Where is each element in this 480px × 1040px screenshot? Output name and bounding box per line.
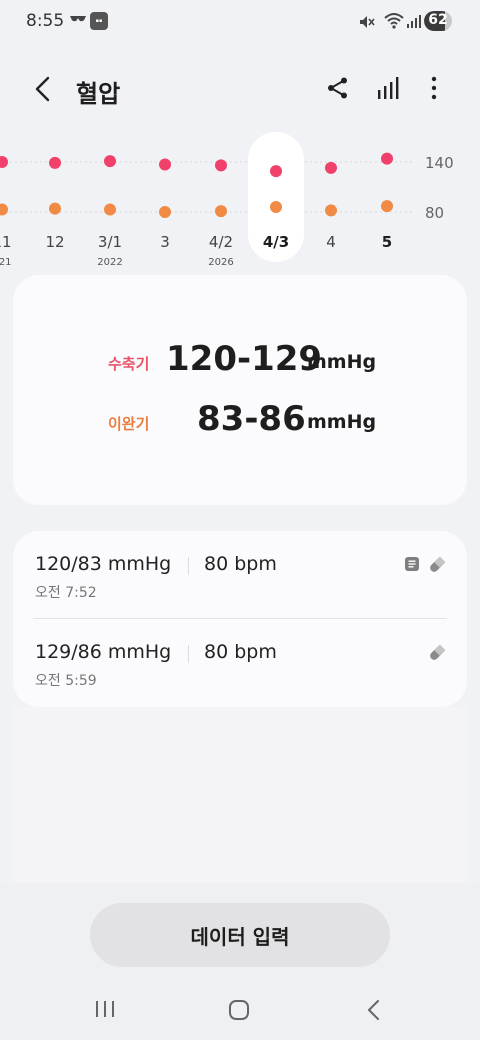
record-separator — [188, 557, 189, 575]
signal-icon — [407, 15, 421, 28]
record-bp: 129/86 mmHg — [35, 641, 172, 663]
bp-trend-chart[interactable]: 11 021 12 3/1 2022 3 4/2 2026 4/3 4 5 140 80 — [0, 130, 480, 270]
add-data-button[interactable]: 데이터 입력 — [90, 903, 390, 967]
systolic-value: 120-129 — [166, 339, 323, 379]
x-tick-label: 3/1 — [98, 233, 122, 251]
home-icon[interactable] — [228, 999, 250, 1021]
x-tick-label: 4/3 — [263, 233, 289, 251]
systolic-row: 수축기 120-129 mmHg — [13, 337, 467, 387]
status-bar: 8:55 ▪▪ 62 — [0, 0, 480, 44]
x-tick-sublabel: 2022 — [97, 257, 122, 268]
bp-trend-svg: 11 021 12 3/1 2022 3 4/2 2026 4/3 4 5 140 80 — [0, 132, 454, 268]
x-tick-label: 12 — [45, 233, 64, 251]
record-separator — [188, 645, 189, 663]
y-tick-label: 80 — [425, 204, 444, 222]
battery-level: 62 — [428, 12, 448, 28]
bar-chart-icon[interactable] — [376, 76, 402, 100]
back-arrow-icon[interactable] — [28, 74, 58, 104]
systolic-unit: mmHg — [307, 351, 377, 373]
pill-icon — [430, 644, 446, 660]
x-tick-label: 11 — [0, 233, 12, 251]
diastolic-label: 이완기 — [108, 415, 150, 433]
diastolic-point — [381, 200, 393, 213]
diastolic-point — [325, 204, 337, 217]
empty-area — [13, 707, 467, 883]
glasses-icon — [70, 16, 86, 22]
page-title: 혈압 — [76, 80, 121, 108]
more-vert-icon[interactable] — [422, 74, 446, 102]
record-bp: 120/83 mmHg — [35, 553, 172, 575]
systolic-point — [49, 156, 61, 169]
systolic-label: 수축기 — [108, 355, 150, 373]
x-tick-label: 5 — [382, 233, 392, 251]
diastolic-point — [0, 203, 8, 216]
record-item[interactable]: 120/83 mmHg 80 bpm 오전 7:52 — [13, 531, 467, 619]
systolic-point — [0, 156, 8, 168]
x-tick-sublabel: 021 — [0, 257, 12, 268]
x-tick-label: 4/2 — [209, 233, 233, 251]
app-badge-icon: ▪▪ — [90, 12, 108, 30]
nav-back-icon[interactable] — [364, 999, 384, 1021]
diastolic-point — [270, 201, 282, 213]
record-time: 오전 5:59 — [35, 673, 97, 689]
diastolic-point — [215, 205, 227, 218]
app-header: 혈압 — [0, 60, 480, 116]
status-time: 8:55 — [26, 11, 65, 31]
x-tick-sublabel: 2026 — [208, 257, 233, 268]
records-card: 120/83 mmHg 80 bpm 오전 7:52 129/86 mmHg 8… — [13, 531, 467, 707]
systolic-point — [381, 152, 393, 165]
systolic-point — [215, 159, 227, 172]
summary-card: 수축기 120-129 mmHg 이완기 83-86 mmHg — [13, 275, 467, 505]
record-pulse: 80 bpm — [204, 641, 277, 663]
x-tick-label: 4 — [326, 233, 336, 251]
share-icon[interactable] — [326, 76, 350, 100]
diastolic-value: 83-86 — [197, 399, 306, 439]
mute-icon — [360, 16, 375, 28]
diastolic-point — [104, 203, 116, 216]
diastolic-point — [49, 202, 61, 215]
recents-icon[interactable] — [94, 999, 116, 1019]
diastolic-unit: mmHg — [307, 411, 377, 433]
systolic-point — [159, 158, 171, 171]
battery-icon: 62 — [424, 11, 452, 31]
record-item[interactable]: 129/86 mmHg 80 bpm 오전 5:59 — [13, 619, 467, 707]
pill-icon — [430, 556, 446, 572]
diastolic-point — [159, 206, 171, 218]
note-icon — [405, 557, 419, 571]
wifi-icon — [384, 13, 404, 29]
x-tick-label: 3 — [160, 233, 170, 251]
systolic-point — [104, 155, 116, 168]
systolic-point — [270, 165, 282, 178]
record-pulse: 80 bpm — [204, 553, 277, 575]
y-tick-label: 140 — [425, 154, 454, 172]
bottom-bar: 데이터 입력 — [0, 883, 480, 1040]
record-time: 오전 7:52 — [35, 585, 97, 601]
diastolic-row: 이완기 83-86 mmHg — [13, 397, 467, 447]
systolic-point — [325, 161, 337, 174]
